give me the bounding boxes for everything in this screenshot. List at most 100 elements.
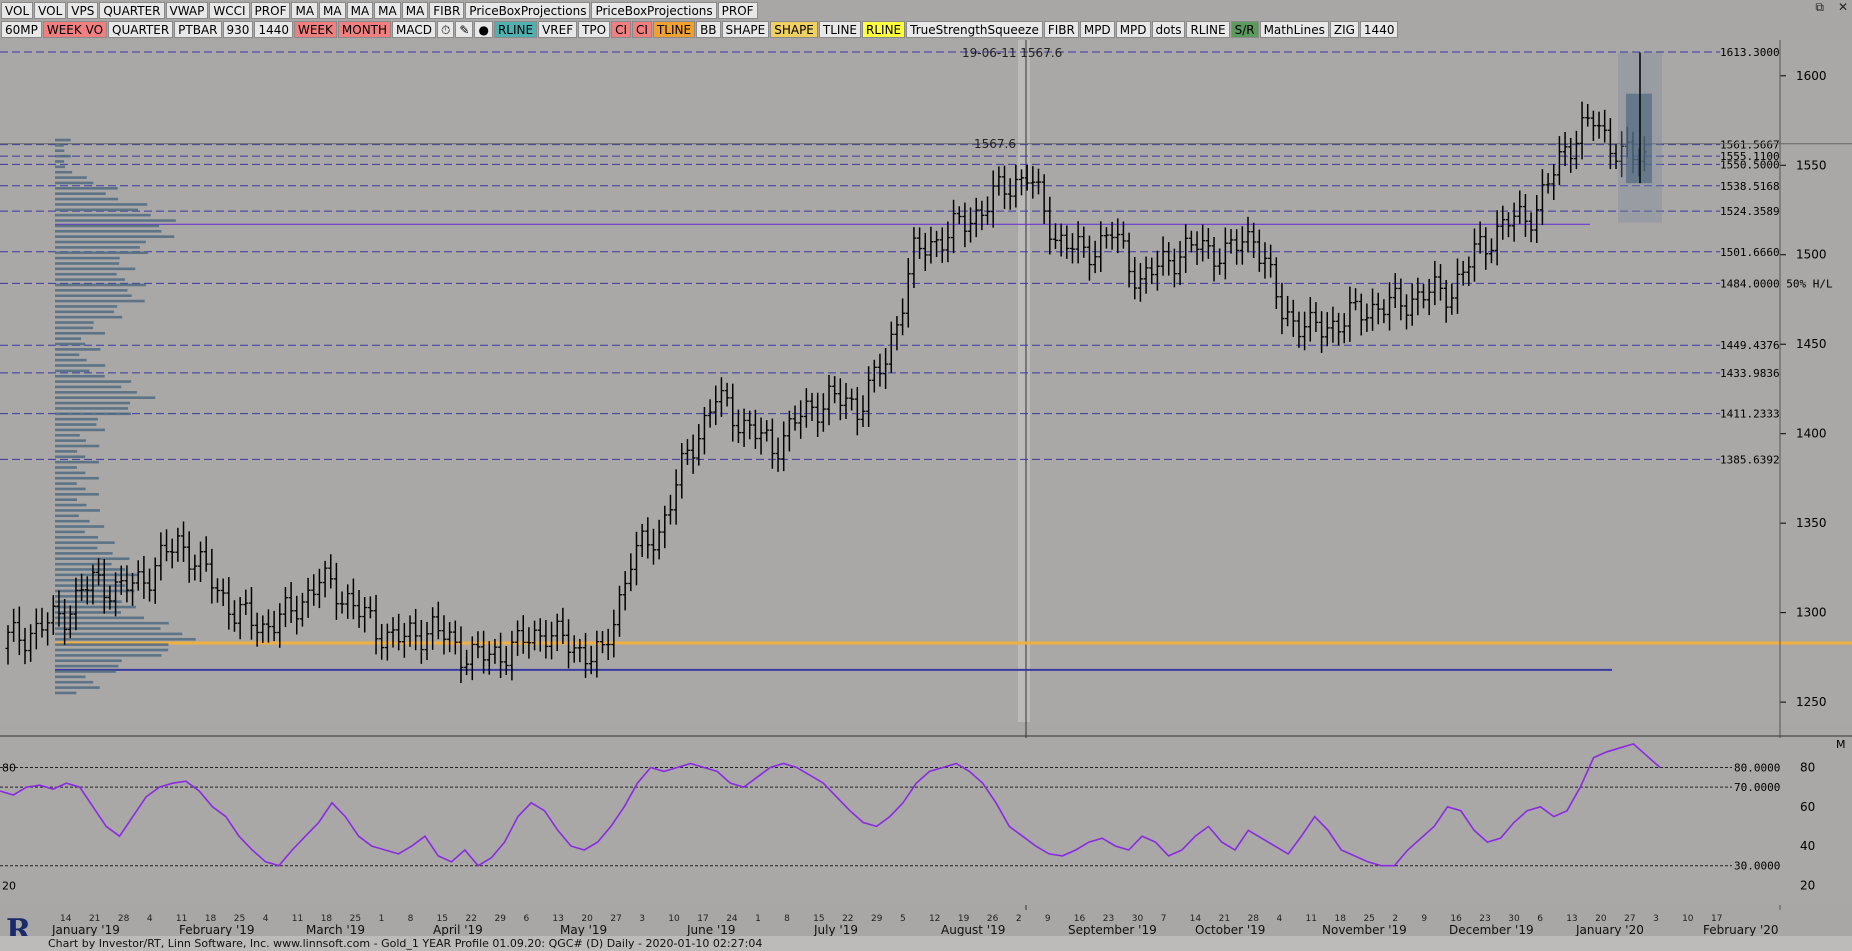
- rsi-left-edge-label: 20: [2, 879, 16, 892]
- volume-profile-bar-28: [55, 541, 115, 544]
- rsi-y-tick-label: 80: [1800, 760, 1815, 774]
- volume-profile-bar-33: [55, 514, 79, 518]
- price-level-label: 1449.4376: [1720, 339, 1780, 352]
- rsi-level-label: 80.0000: [1734, 761, 1780, 774]
- x-axis-day-label: 4: [263, 914, 269, 924]
- chart-footer: Chart by Investor/RT, Linn Software, Inc…: [0, 936, 1852, 951]
- volume-profile-bar-88: [55, 219, 176, 222]
- volume-profile-bar-69: [55, 321, 94, 324]
- x-axis-day-label: 8: [408, 914, 414, 924]
- volume-profile-bar-90: [55, 208, 139, 212]
- x-axis-day-label: 12: [929, 914, 940, 924]
- volume-profile-bar-14: [55, 616, 144, 620]
- rsi-level-label: 30.0000: [1734, 860, 1780, 873]
- x-axis-month-label: January '20: [1575, 923, 1644, 937]
- volume-profile-bar-74: [55, 294, 132, 297]
- price-level-label: 1550.5000: [1720, 158, 1780, 171]
- x-axis-month-label: September '19: [1068, 923, 1157, 937]
- volume-profile-bar-81: [55, 256, 120, 260]
- y-axis-tick-label: 1450: [1796, 337, 1827, 351]
- volume-profile-bar-65: [55, 342, 86, 346]
- volume-profile-bar-50: [55, 423, 97, 426]
- y-axis-tick-label: 1400: [1796, 427, 1827, 441]
- volume-profile-bar-27: [55, 546, 98, 550]
- volume-profile-bar-80: [55, 262, 120, 265]
- volume-profile-bar-38: [55, 487, 86, 491]
- volume-profile-bar-29: [55, 535, 99, 539]
- volume-profile-bar-102: [55, 144, 64, 147]
- volume-profile-bar-39: [55, 482, 77, 485]
- x-axis-day-label: 29: [871, 914, 883, 924]
- x-axis-day-label: 1: [755, 914, 761, 924]
- y-axis-tick-label: 1300: [1796, 606, 1827, 620]
- price-level-label: 1411.2333: [1720, 408, 1780, 421]
- volume-profile-bar-11: [55, 632, 183, 636]
- volume-profile-bar-64: [55, 348, 101, 351]
- volume-profile-bar-73: [55, 299, 145, 303]
- volume-profile-bar-26: [55, 552, 113, 555]
- volume-profile-bar-49: [55, 428, 105, 432]
- volume-profile-bar-25: [55, 557, 130, 561]
- y-axis-tick-label: 1550: [1796, 158, 1827, 172]
- current-month-profile: [1626, 93, 1652, 184]
- volume-profile-bar-2: [55, 680, 94, 684]
- main-pane-bg: [0, 40, 1852, 722]
- x-axis-day-label: 29: [494, 914, 506, 924]
- x-axis-day-label: 8: [784, 914, 790, 924]
- volume-profile-bar-36: [55, 498, 78, 501]
- y-axis-tick-label: 1600: [1796, 69, 1827, 83]
- volume-profile-bar-4: [55, 670, 116, 673]
- volume-profile-bar-57: [55, 385, 122, 389]
- price-level-label: 1613.3000: [1720, 46, 1780, 59]
- volume-profile-bar-77: [55, 278, 125, 281]
- volume-profile-bar-41: [55, 471, 86, 475]
- x-axis-day-label: 11: [292, 914, 303, 924]
- high-marker-label: 1567.6: [974, 137, 1016, 151]
- volume-profile-bar-21: [55, 578, 117, 582]
- volume-profile-bar-78: [55, 272, 117, 276]
- volume-profile-bar-53: [55, 407, 129, 410]
- volume-profile-bar-63: [55, 353, 80, 357]
- volume-profile-bar-1: [55, 686, 100, 689]
- price-chart[interactable]: 1613.30001561.56671555.11001550.50001538…: [0, 0, 1852, 951]
- volume-profile-bar-66: [55, 337, 82, 340]
- x-axis-month-label: October '19: [1195, 923, 1265, 937]
- volume-profile-bar-70: [55, 315, 123, 319]
- volume-profile-bar-92: [55, 197, 119, 201]
- volume-profile-bar-86: [55, 229, 162, 233]
- volume-profile-bar-45: [55, 450, 78, 453]
- volume-profile-bar-82: [55, 251, 148, 255]
- x-axis-month-label: December '19: [1449, 923, 1534, 937]
- volume-profile-bar-6: [55, 659, 122, 663]
- volume-profile-bar-51: [55, 417, 98, 421]
- x-axis-day-label: 7: [1161, 914, 1167, 924]
- x-axis-day-label: 10: [668, 914, 680, 924]
- y-axis-tick-label: 1250: [1796, 695, 1827, 709]
- rsi-left-edge-label: 80: [2, 761, 16, 774]
- x-axis-day-label: 1: [379, 914, 385, 924]
- x-axis-day-label: 9: [1421, 914, 1427, 924]
- x-axis-day-label: 10: [1682, 914, 1694, 924]
- x-axis-day-label: 2: [1016, 914, 1022, 924]
- x-axis-month-label: April '19: [433, 923, 483, 937]
- crosshair-readout: 19-06-11 1567.6: [962, 46, 1062, 60]
- volume-profile-bar-0: [55, 691, 77, 695]
- volume-profile-bar-67: [55, 331, 106, 335]
- volume-profile-bar-83: [55, 246, 140, 249]
- volume-profile-bar-8: [55, 648, 169, 652]
- volume-profile-bar-96: [55, 176, 87, 179]
- x-axis-day-label: 5: [900, 914, 906, 924]
- volume-profile-bar-20: [55, 584, 126, 587]
- volume-profile-bar-5: [55, 664, 119, 668]
- volume-profile-bar-9: [55, 643, 169, 646]
- volume-profile-bar-7: [55, 654, 162, 657]
- volume-profile-bar-100: [55, 154, 71, 158]
- x-axis-day-label: 11: [1306, 914, 1317, 924]
- volume-profile-bar-97: [55, 170, 73, 174]
- y-axis-tick-label: 1500: [1796, 248, 1827, 262]
- volume-profile-bar-3: [55, 675, 86, 679]
- volume-profile-bar-72: [55, 305, 118, 308]
- volume-profile-bar-40: [55, 476, 99, 480]
- x-axis-month-label: February '19: [179, 923, 255, 937]
- volume-profile-bar-19: [55, 589, 135, 593]
